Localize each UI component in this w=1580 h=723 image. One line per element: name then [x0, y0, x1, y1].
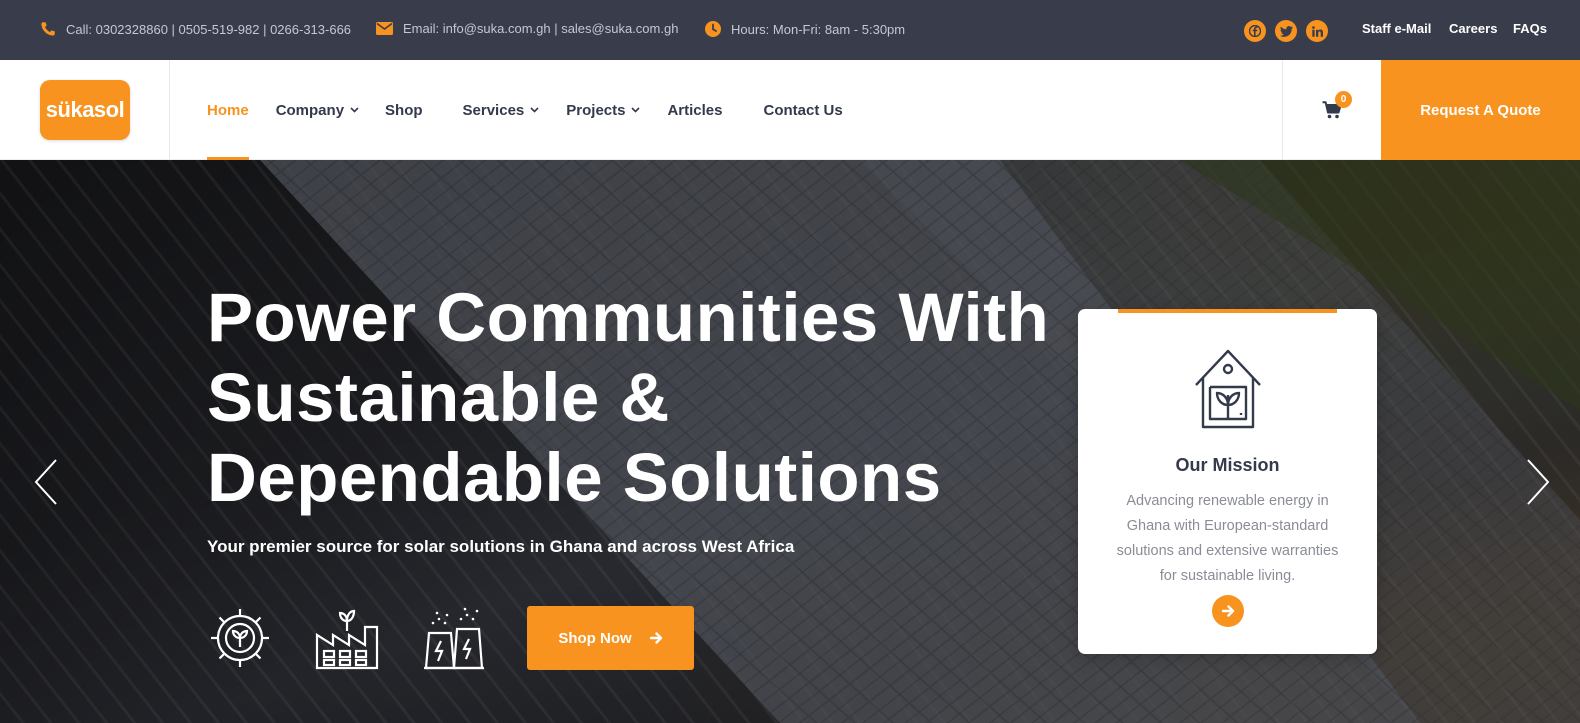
careers-link[interactable]: Careers	[1449, 21, 1497, 36]
hero-slider: Power Communities With Sustainable & Dep…	[0, 160, 1580, 723]
logo[interactable]: sükasol	[40, 80, 130, 140]
phone-info: Call: 0302328860 | 0505-519-982 | 0266-3…	[40, 21, 351, 37]
card-accent-bar	[1118, 309, 1337, 313]
mission-text: Advancing renewable energy in Ghana with…	[1116, 493, 1339, 584]
mission-more-button[interactable]	[1212, 595, 1244, 627]
linkedin-icon[interactable]	[1306, 20, 1328, 42]
arrow-right-icon	[1221, 605, 1234, 617]
email-info: Email: info@suka.com.gh | sales@suka.com…	[376, 21, 678, 36]
nav-projects-label: Projects	[566, 101, 626, 119]
envelope-icon	[376, 22, 393, 35]
clock-icon	[705, 21, 721, 37]
shop-now-label: Shop Now	[558, 629, 632, 647]
nav-company[interactable]: Company	[276, 60, 359, 160]
staff-email-link[interactable]: Staff e-Mail	[1362, 21, 1431, 36]
request-quote-button[interactable]: Request A Quote	[1381, 60, 1580, 160]
main-nav: Home Company Shop Services Projects Arti…	[207, 60, 843, 160]
logo-cell: sükasol	[0, 60, 170, 160]
nav-contact-us[interactable]: Contact Us	[764, 60, 843, 160]
hero-feature-icons	[207, 605, 487, 671]
eco-factory-icon	[315, 609, 379, 670]
main-header: sükasol Home Company Shop Services Proje…	[0, 60, 1580, 160]
nav-company-label: Company	[275, 101, 345, 119]
nav-projects[interactable]: Projects	[566, 60, 641, 160]
top-bar: Call: 0302328860 | 0505-519-982 | 0266-3…	[0, 0, 1580, 60]
eco-house-icon	[1195, 349, 1261, 429]
nav-services[interactable]: Services	[463, 60, 540, 160]
chevron-down-icon	[631, 107, 641, 113]
slider-next-arrow[interactable]	[1526, 458, 1550, 506]
faqs-link[interactable]: FAQs	[1513, 21, 1547, 36]
email-text: Email: info@suka.com.gh | sales@suka.com…	[403, 21, 679, 36]
arrow-right-icon	[649, 632, 662, 644]
nav-shop[interactable]: Shop	[385, 60, 423, 160]
nav-contact-label: Contact Us	[763, 101, 843, 119]
chevron-down-icon	[350, 107, 359, 113]
chevron-down-icon	[530, 107, 539, 113]
logo-text: sükasol	[45, 97, 125, 122]
social-links	[1244, 20, 1328, 42]
power-plant-icon	[424, 607, 484, 670]
nav-articles[interactable]: Articles	[667, 60, 722, 160]
mission-card: Our Mission Advancing renewable energy i…	[1078, 309, 1377, 654]
cart-button[interactable]: 0	[1282, 60, 1381, 160]
facebook-icon[interactable]	[1244, 20, 1266, 42]
twitter-icon[interactable]	[1275, 20, 1297, 42]
gear-leaf-icon	[211, 609, 269, 667]
nav-services-label: Services	[462, 101, 525, 119]
phone-icon	[41, 22, 55, 36]
nav-home-label: Home	[207, 101, 249, 119]
nav-shop-label: Shop	[385, 101, 423, 119]
hours-info: Hours: Mon-Fri: 8am - 5:30pm	[705, 21, 905, 37]
slider-prev-arrow[interactable]	[34, 458, 58, 506]
nav-home[interactable]: Home	[207, 60, 249, 160]
hero-subtitle: Your premier source for solar solutions …	[207, 537, 795, 556]
mission-title: Our Mission	[1175, 455, 1280, 475]
hero-title: Power Communities With Sustainable & Dep…	[207, 279, 1050, 516]
cart-count-badge: 0	[1335, 91, 1352, 108]
phone-text: Call: 0302328860 | 0505-519-982 | 0266-3…	[66, 21, 352, 37]
nav-articles-label: Articles	[667, 101, 723, 119]
shop-now-button[interactable]: Shop Now	[527, 606, 694, 670]
hours-text: Hours: Mon-Fri: 8am - 5:30pm	[731, 21, 906, 37]
